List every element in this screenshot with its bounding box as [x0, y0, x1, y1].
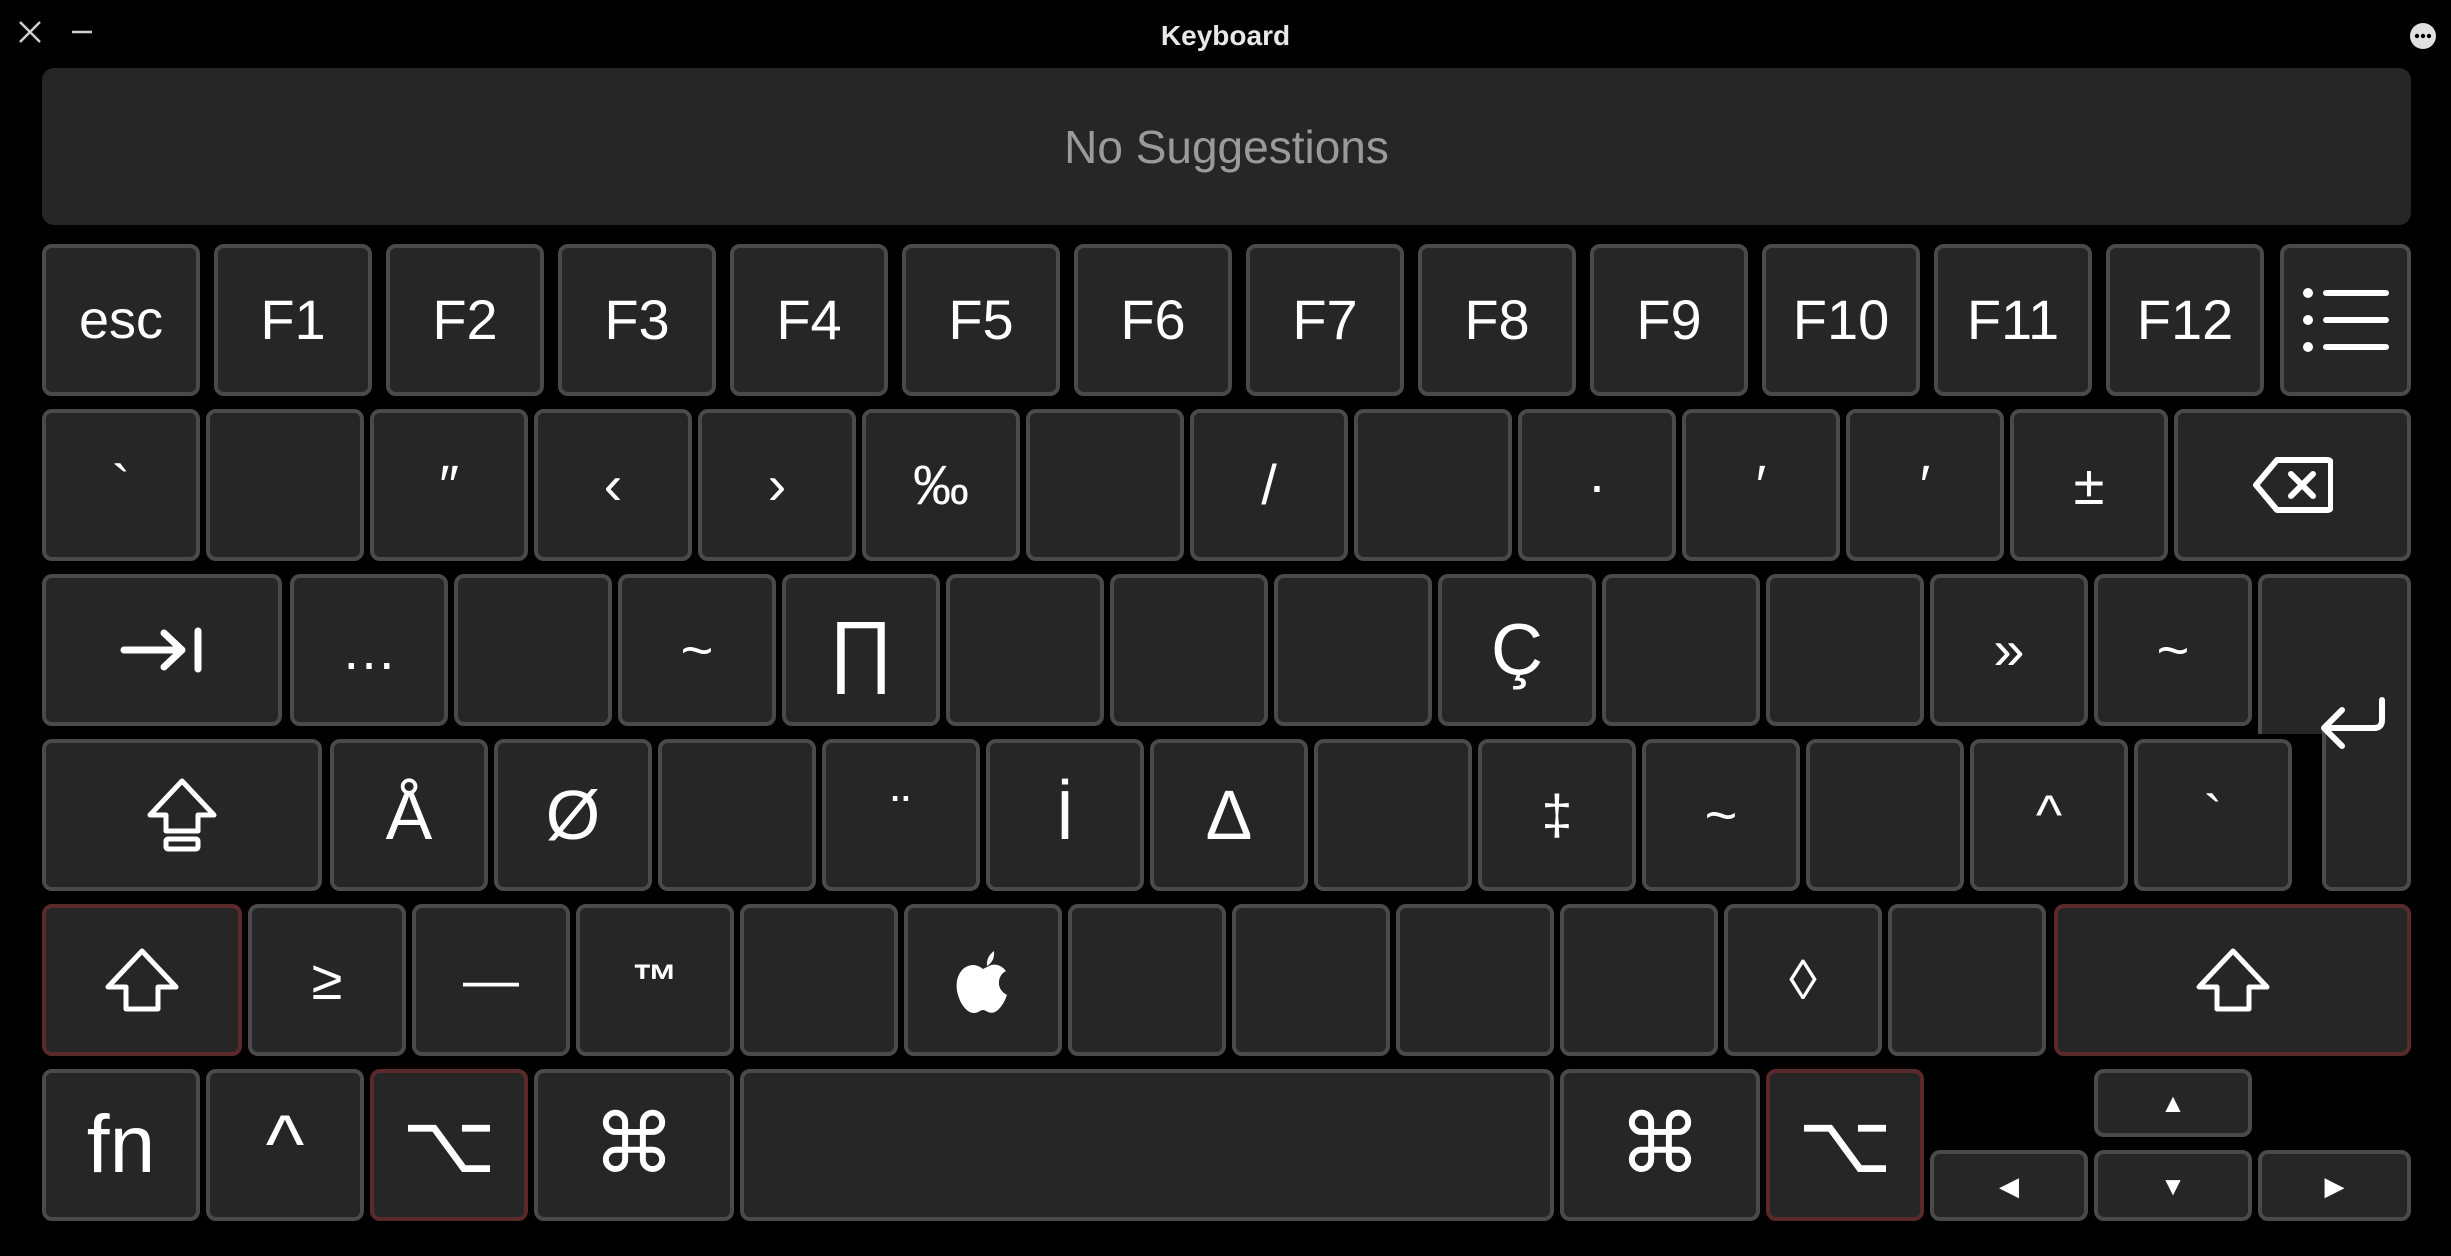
key-comma[interactable] — [1396, 904, 1554, 1056]
fn-key[interactable]: fn — [42, 1069, 200, 1221]
key-period[interactable] — [1560, 904, 1718, 1056]
key-f9[interactable]: F9 — [1590, 244, 1748, 396]
key-8[interactable] — [1354, 409, 1512, 561]
control-key[interactable]: ^ — [206, 1069, 364, 1221]
key-extra[interactable] — [1888, 904, 2046, 1056]
key-5[interactable]: ‰ — [862, 409, 1020, 561]
key-f8[interactable]: F8 — [1418, 244, 1576, 396]
key-p[interactable] — [1766, 574, 1924, 726]
key-c[interactable]: ™ — [576, 904, 734, 1056]
key-f11[interactable]: F11 — [1934, 244, 2092, 396]
left-shift-key[interactable] — [42, 904, 242, 1056]
key-6[interactable] — [1026, 409, 1184, 561]
key-right-bracket[interactable]: ~ — [2094, 574, 2252, 726]
key-n[interactable] — [1068, 904, 1226, 1056]
key-f12[interactable]: F12 — [2106, 244, 2264, 396]
key-z[interactable]: ≥ — [248, 904, 406, 1056]
key-i[interactable]: Ç — [1438, 574, 1596, 726]
suggestions-bar: No Suggestions — [42, 68, 2411, 225]
key-f10[interactable]: F10 — [1762, 244, 1920, 396]
delete-icon[interactable] — [2174, 409, 2411, 561]
key-equals[interactable]: ± — [2010, 409, 2168, 561]
key-m[interactable] — [1232, 904, 1390, 1056]
window-title: Keyboard — [1160, 20, 1291, 51]
key-d[interactable] — [658, 739, 816, 891]
arrow-up-key[interactable]: ▲ — [2094, 1069, 2252, 1137]
key-o[interactable] — [1602, 574, 1760, 726]
key-7[interactable]: / — [1190, 409, 1348, 561]
suggestions-text: No Suggestions — [1064, 120, 1389, 173]
key-f5[interactable]: F5 — [902, 244, 1060, 396]
key-a[interactable]: Å — [330, 739, 488, 891]
key-9[interactable]: · — [1518, 409, 1676, 561]
key-1[interactable] — [206, 409, 364, 561]
key-l[interactable]: ~ — [1642, 739, 1800, 891]
key-2[interactable]: ″ — [370, 409, 528, 561]
caps-lock-icon[interactable] — [42, 739, 322, 891]
keyboard-window: Keyboard No Suggestions esc F1 F2 F3 F4 … — [4, 4, 2447, 1252]
key-backtick[interactable]: ` — [42, 409, 200, 561]
key-slash[interactable]: ◊ — [1724, 904, 1882, 1056]
left-option-key[interactable]: ⌥ — [370, 1069, 528, 1221]
key-3[interactable]: ‹ — [534, 409, 692, 561]
key-h[interactable]: ∆ — [1150, 739, 1308, 891]
key-f3[interactable]: F3 — [558, 244, 716, 396]
titlebar: Keyboard — [4, 4, 2447, 64]
return-icon — [2316, 694, 2392, 763]
arrow-down-key[interactable]: ▼ — [2094, 1150, 2252, 1221]
key-f1[interactable]: F1 — [214, 244, 372, 396]
right-option-key[interactable]: ⌥ — [1766, 1069, 1924, 1221]
key-v[interactable] — [740, 904, 898, 1056]
key-f6[interactable]: F6 — [1074, 244, 1232, 396]
key-semicolon[interactable] — [1806, 739, 1964, 891]
key-left-bracket[interactable]: » — [1930, 574, 2088, 726]
key-w[interactable] — [454, 574, 612, 726]
left-command-key[interactable]: ⌘ — [534, 1069, 734, 1221]
key-y[interactable] — [1110, 574, 1268, 726]
apple-logo-icon — [956, 951, 1007, 1013]
key-k[interactable]: ‡ — [1478, 739, 1636, 891]
key-t[interactable] — [946, 574, 1104, 726]
arrow-left-key[interactable]: ◀ — [1930, 1150, 2088, 1221]
key-quote[interactable]: ^ — [1970, 739, 2128, 891]
key-b[interactable] — [904, 904, 1062, 1056]
space-bar[interactable] — [740, 1069, 1554, 1221]
arrow-right-key[interactable]: ▶ — [2258, 1150, 2411, 1221]
right-command-key[interactable]: ⌘ — [1560, 1069, 1760, 1221]
key-u[interactable] — [1274, 574, 1432, 726]
key-backslash[interactable]: ` — [2134, 739, 2292, 891]
key-esc[interactable]: esc — [42, 244, 200, 396]
key-x[interactable]: — — [412, 904, 570, 1056]
shift-icon — [2196, 948, 2269, 1012]
key-f7[interactable]: F7 — [1246, 244, 1404, 396]
key-0[interactable]: ′ — [1682, 409, 1840, 561]
key-f4[interactable]: F4 — [730, 244, 888, 396]
key-f2[interactable]: F2 — [386, 244, 544, 396]
list-icon[interactable] — [2280, 244, 2411, 396]
ellipsis-circle-icon[interactable] — [2409, 22, 2437, 56]
key-q[interactable]: … — [290, 574, 448, 726]
key-r[interactable]: ∏ — [782, 574, 940, 726]
key-minus[interactable]: ′ — [1846, 409, 2004, 561]
tab-icon[interactable] — [42, 574, 282, 726]
key-4[interactable]: › — [698, 409, 856, 561]
key-g[interactable]: İ — [986, 739, 1144, 891]
shift-icon — [105, 948, 179, 1012]
key-s[interactable]: Ø — [494, 739, 652, 891]
right-shift-key[interactable] — [2054, 904, 2411, 1056]
key-j[interactable] — [1314, 739, 1472, 891]
key-f[interactable]: ¨ — [822, 739, 980, 891]
key-e[interactable]: ~ — [618, 574, 776, 726]
